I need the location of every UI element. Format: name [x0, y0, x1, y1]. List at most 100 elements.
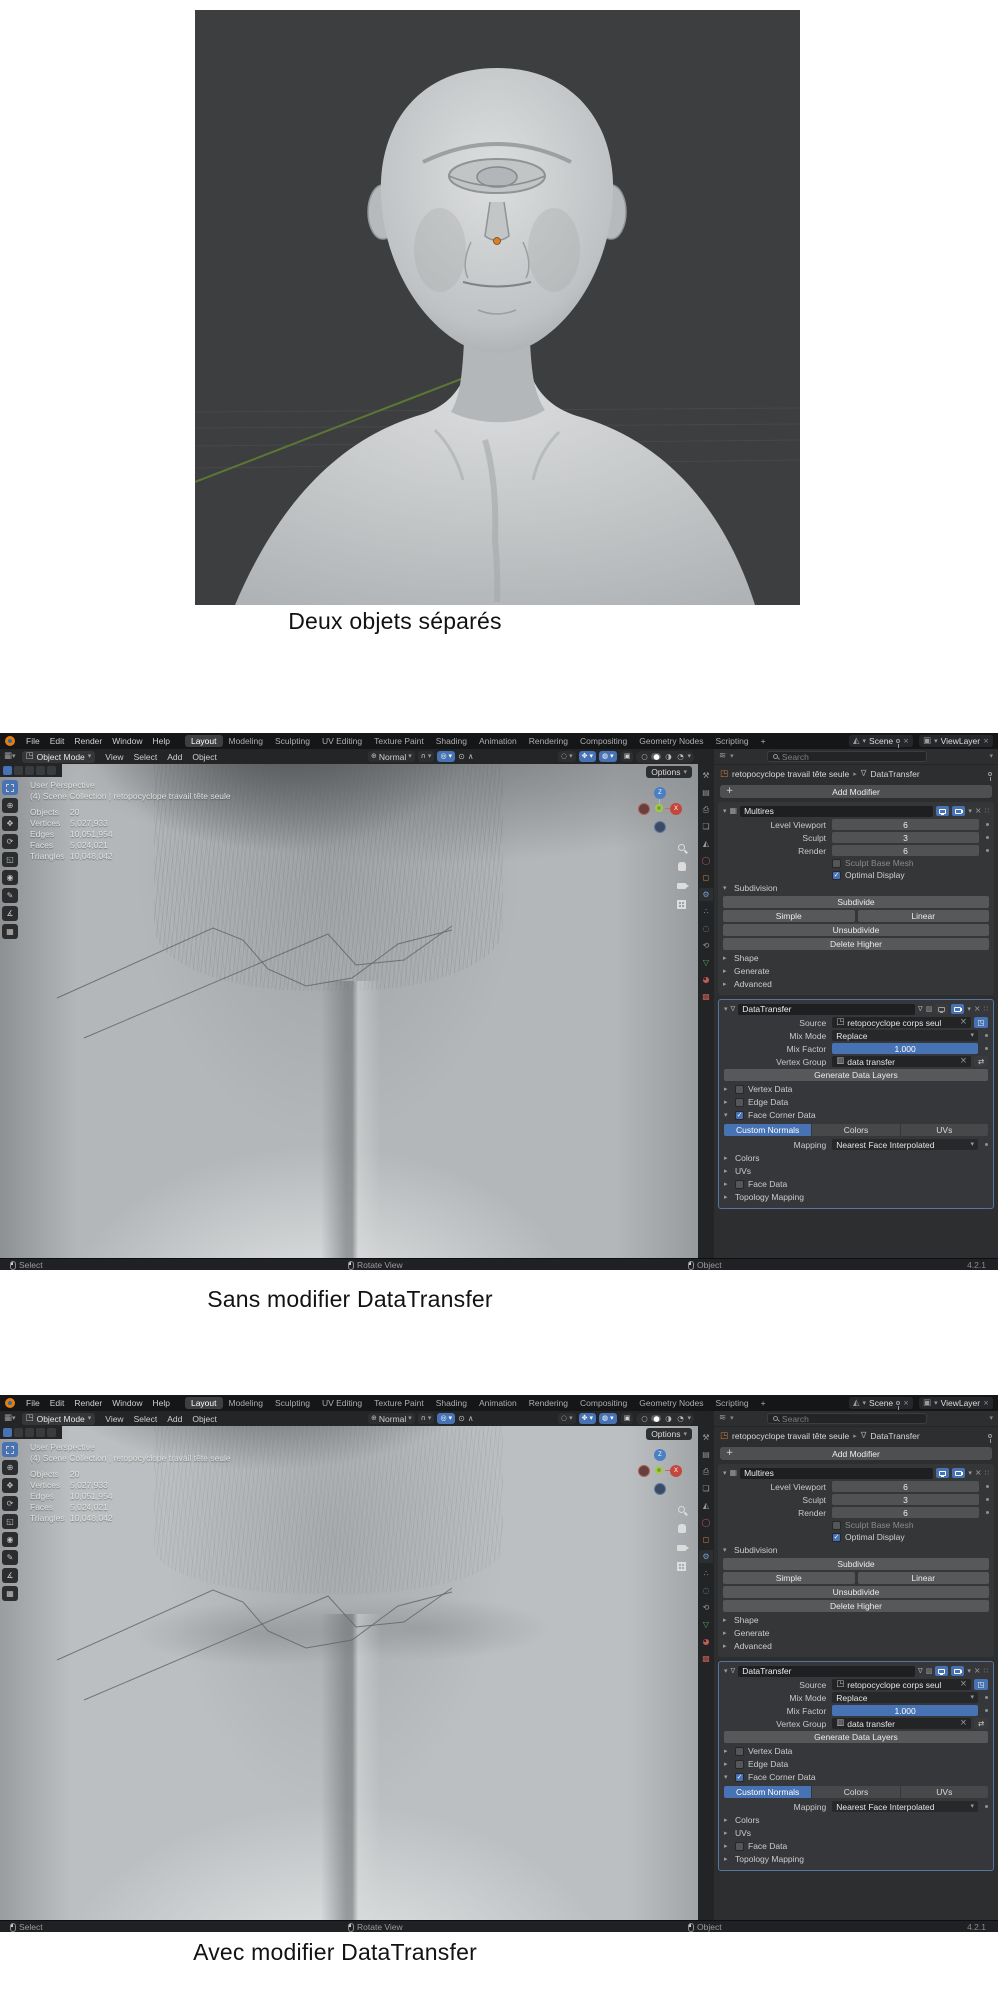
add-modifier-button[interactable]: Add Modifier: [720, 785, 992, 798]
gizmo-z-negative[interactable]: [654, 821, 666, 833]
pin-icon[interactable]: [988, 772, 992, 776]
tab-uv-editing[interactable]: UV Editing: [316, 1397, 368, 1409]
drag-handle-icon[interactable]: [984, 1006, 988, 1013]
animate-dot-icon[interactable]: [985, 1696, 988, 1699]
mix-factor-slider[interactable]: 1.000: [832, 1043, 978, 1054]
menu-file[interactable]: File: [21, 1398, 45, 1408]
face-corner-data-checkbox[interactable]: [735, 1111, 744, 1120]
collapse-icon[interactable]: [724, 1668, 728, 1675]
scene-tab-icon[interactable]: ◭: [699, 837, 713, 850]
viewlayer-tab-icon[interactable]: ❏: [699, 820, 713, 833]
close-icon[interactable]: [974, 1005, 981, 1013]
toggle-perspective-button[interactable]: [675, 898, 688, 911]
add-workspace-button[interactable]: +: [755, 1397, 772, 1409]
shape-section-header[interactable]: Shape: [723, 952, 989, 964]
properties-editor-icon[interactable]: [719, 1414, 726, 1423]
unlink-icon[interactable]: [983, 1400, 989, 1407]
render-value[interactable]: 6: [832, 1507, 979, 1518]
unlink-icon[interactable]: [903, 1400, 909, 1407]
animate-dot-icon[interactable]: [986, 823, 989, 826]
mix-mode-dropdown[interactable]: Replace: [832, 1030, 978, 1041]
visibility-dropdown[interactable]: ◌: [558, 751, 576, 762]
add-primitive-tool[interactable]: ▦: [2, 1586, 18, 1601]
modifiers-tab-icon[interactable]: ⚙: [699, 1550, 713, 1563]
options-button[interactable]: Options: [646, 1428, 692, 1440]
close-icon[interactable]: [974, 1667, 981, 1675]
shading-material-icon[interactable]: ◑: [663, 753, 673, 761]
source-object-field[interactable]: retopocyclope corps seul: [832, 1017, 971, 1028]
optimal-display-checkbox[interactable]: [832, 871, 841, 880]
linear-button[interactable]: Linear: [858, 910, 990, 922]
drag-handle-icon[interactable]: [985, 1470, 989, 1477]
modifier-realtime-toggle[interactable]: [935, 1004, 948, 1014]
object-tab-icon[interactable]: ◻: [699, 1533, 713, 1546]
sculpt-value[interactable]: 3: [832, 832, 979, 843]
optimal-display-checkbox[interactable]: [832, 1533, 841, 1542]
mapping-dropdown[interactable]: Nearest Face Interpolated: [832, 1801, 978, 1812]
menu-add[interactable]: Add: [163, 752, 186, 762]
select-mode-extend-button[interactable]: [14, 1428, 23, 1437]
shading-solid-icon[interactable]: ●: [651, 753, 661, 761]
modifier-extras-icon[interactable]: [967, 1668, 971, 1675]
face-data-checkbox[interactable]: [735, 1180, 744, 1189]
modifier-extras-icon[interactable]: [967, 1006, 971, 1013]
shading-material-icon[interactable]: ◑: [663, 1415, 673, 1423]
modifier-realtime-toggle[interactable]: [935, 1666, 948, 1676]
vertex-data-section[interactable]: Vertex Data: [724, 1083, 988, 1095]
menu-object[interactable]: Object: [188, 1414, 221, 1424]
tab-compositing[interactable]: Compositing: [574, 735, 633, 747]
edit-mode-toggle-icon[interactable]: [918, 1006, 923, 1013]
xray-toggle[interactable]: ▣: [621, 751, 634, 762]
tab-animation[interactable]: Animation: [473, 735, 523, 747]
visibility-dropdown[interactable]: ◌: [558, 1413, 576, 1424]
physics-tab-icon[interactable]: ◌: [699, 1584, 713, 1597]
add-modifier-button[interactable]: Add Modifier: [720, 1447, 992, 1460]
tab-uv-editing[interactable]: UV Editing: [316, 735, 368, 747]
tab-layout[interactable]: Layout: [185, 1397, 223, 1409]
properties-search-input[interactable]: Search: [767, 751, 927, 762]
shading-wireframe-icon[interactable]: ○: [639, 753, 649, 761]
vertex-data-checkbox[interactable]: [735, 1085, 744, 1094]
tab-sculpting[interactable]: Sculpting: [269, 735, 316, 747]
gizmo-z-axis[interactable]: Z: [654, 1449, 666, 1461]
invert-vertex-group-button[interactable]: [974, 1718, 988, 1729]
object-tab-icon[interactable]: ◻: [699, 871, 713, 884]
gizmos-dropdown[interactable]: ✥: [579, 751, 596, 762]
zoom-button[interactable]: [675, 841, 688, 854]
subdivide-button[interactable]: Subdivide: [723, 896, 989, 908]
modifier-name-field[interactable]: DataTransfer: [738, 1004, 915, 1015]
annotation-tool-icon[interactable]: ∧: [468, 1415, 474, 1423]
tab-animation[interactable]: Animation: [473, 1397, 523, 1409]
animate-dot-icon[interactable]: [985, 1047, 988, 1050]
level-viewport-value[interactable]: 6: [832, 819, 979, 830]
mapping-dropdown[interactable]: Nearest Face Interpolated: [832, 1139, 978, 1150]
animate-dot-icon[interactable]: [986, 1511, 989, 1514]
collapse-icon[interactable]: [724, 1006, 728, 1013]
options-button[interactable]: Options: [646, 766, 692, 778]
rotate-tool[interactable]: ⟳: [2, 1496, 18, 1511]
pan-button[interactable]: [675, 860, 688, 873]
colors-section-header[interactable]: Colors: [724, 1152, 988, 1164]
animate-dot-icon[interactable]: [985, 1805, 988, 1808]
select-mode-set-button[interactable]: [3, 1428, 12, 1437]
vertex-group-field[interactable]: data transfer: [832, 1056, 971, 1067]
particles-tab-icon[interactable]: ∴: [699, 1567, 713, 1580]
subdivision-section-header[interactable]: Subdivision: [723, 882, 989, 894]
gizmo-y-axis[interactable]: [655, 1466, 663, 1474]
vertex-data-checkbox[interactable]: [735, 1747, 744, 1756]
tab-sculpting[interactable]: Sculpting: [269, 1397, 316, 1409]
drag-handle-icon[interactable]: [985, 808, 989, 815]
chevron-down-icon[interactable]: [687, 753, 691, 760]
generate-data-layers-button[interactable]: Generate Data Layers: [724, 1069, 988, 1081]
menu-add[interactable]: Add: [163, 1414, 186, 1424]
tool-tab-icon[interactable]: ⚒: [699, 769, 713, 782]
topology-mapping-section-header[interactable]: Topology Mapping: [724, 1853, 988, 1865]
tab-modeling[interactable]: Modeling: [223, 1397, 270, 1409]
edit-mode-toggle-icon[interactable]: [918, 1668, 923, 1675]
tool-tab-icon[interactable]: ⚒: [699, 1431, 713, 1444]
clear-icon[interactable]: [960, 1057, 967, 1066]
properties-options-icon[interactable]: [989, 753, 993, 760]
animate-dot-icon[interactable]: [986, 1498, 989, 1501]
blender-logo-icon[interactable]: [5, 1398, 15, 1408]
pin-icon[interactable]: [988, 1434, 992, 1438]
